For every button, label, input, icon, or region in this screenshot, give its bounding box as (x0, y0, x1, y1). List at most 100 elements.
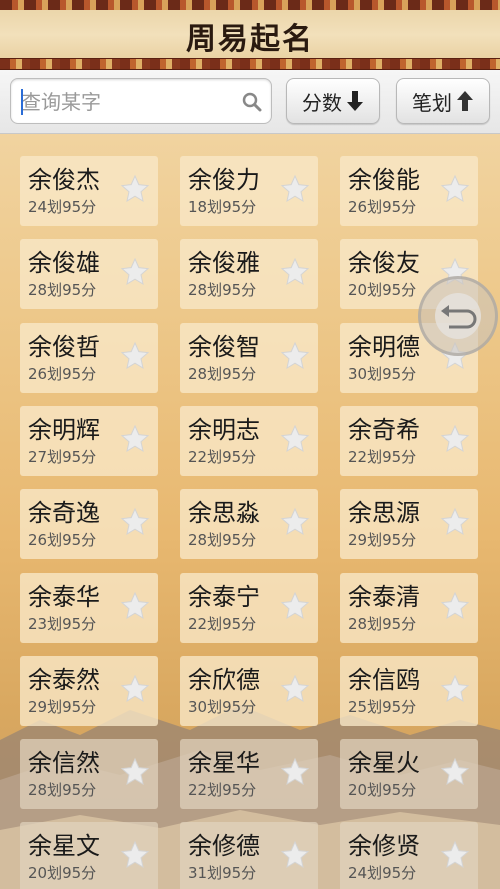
name-card[interactable]: 余泰清 28划95分 (340, 572, 478, 643)
star-icon[interactable] (280, 507, 310, 537)
name-card[interactable]: 余泰然 29划95分 (20, 655, 158, 726)
name-card[interactable]: 余星华 22划95分 (180, 739, 318, 810)
name-card[interactable]: 余明志 22划95分 (180, 405, 318, 476)
name-card[interactable]: 余星文 20划95分 (20, 822, 158, 889)
star-icon[interactable] (120, 341, 150, 371)
star-icon[interactable] (440, 757, 470, 787)
star-icon[interactable] (440, 674, 470, 704)
stroke-score-label: 25划95分 (348, 697, 417, 716)
stroke-score-label: 28划95分 (188, 281, 257, 300)
stroke-score-label: 22划95分 (188, 614, 257, 633)
name-label: 余俊雄 (28, 249, 100, 278)
name-card[interactable]: 余思淼 28划95分 (180, 489, 318, 560)
stroke-score-label: 28划95分 (348, 614, 417, 633)
star-icon[interactable] (440, 507, 470, 537)
search-icon[interactable] (241, 91, 263, 113)
star-icon[interactable] (280, 257, 310, 287)
star-icon[interactable] (440, 840, 470, 870)
stroke-score-label: 30划95分 (348, 364, 417, 383)
name-label: 余俊力 (188, 166, 260, 194)
stroke-score-label: 18划95分 (188, 198, 257, 216)
name-label: 余泰宁 (188, 582, 260, 611)
name-label: 余信然 (28, 749, 100, 778)
name-card[interactable]: 余俊哲 26划95分 (20, 322, 158, 393)
stroke-score-label: 20划95分 (28, 864, 97, 883)
name-card[interactable]: 余明辉 27划95分 (20, 405, 158, 476)
back-icon (441, 305, 477, 329)
header-decor-bottom (0, 58, 500, 70)
search-input[interactable] (21, 87, 241, 117)
star-icon[interactable] (280, 591, 310, 621)
name-card[interactable]: 余奇希 22划95分 (340, 405, 478, 476)
name-label: 余泰然 (28, 665, 100, 694)
name-card[interactable]: 余俊力 18划95分 (180, 156, 318, 226)
stroke-score-label: 29划95分 (28, 697, 97, 716)
stroke-score-label: 28划95分 (28, 281, 97, 300)
star-icon[interactable] (440, 174, 470, 204)
stroke-score-label: 22划95分 (188, 781, 257, 800)
star-icon[interactable] (280, 174, 310, 204)
stroke-score-label: 23划95分 (28, 614, 97, 633)
stroke-score-label: 28划95分 (188, 364, 257, 383)
stroke-score-label: 30划95分 (188, 697, 257, 716)
name-label: 余明辉 (28, 415, 100, 444)
name-card[interactable]: 余思源 29划95分 (340, 489, 478, 560)
name-card[interactable]: 余俊雄 28划95分 (20, 239, 158, 310)
sort-by-score-button[interactable]: 分数 (286, 78, 380, 124)
star-icon[interactable] (280, 341, 310, 371)
stroke-score-label: 28划95分 (28, 781, 97, 800)
name-label: 余星华 (188, 749, 260, 778)
star-icon[interactable] (120, 424, 150, 454)
star-icon[interactable] (280, 424, 310, 454)
text-cursor (21, 89, 23, 115)
name-card[interactable]: 余俊雅 28划95分 (180, 239, 318, 310)
star-icon[interactable] (120, 674, 150, 704)
app-header: 周易起名 (0, 0, 500, 70)
stroke-score-label: 27划95分 (28, 447, 97, 466)
star-icon[interactable] (120, 591, 150, 621)
name-card[interactable]: 余泰宁 22划95分 (180, 572, 318, 643)
name-card[interactable]: 余俊智 28划95分 (180, 322, 318, 393)
floating-back-button[interactable] (418, 276, 498, 356)
star-icon[interactable] (120, 174, 150, 204)
name-card[interactable]: 余信然 28划95分 (20, 739, 158, 810)
name-card[interactable]: 余欣德 30划95分 (180, 655, 318, 726)
stroke-score-label: 20划95分 (348, 281, 417, 300)
name-card[interactable]: 余俊能 26划95分 (340, 156, 478, 226)
star-icon[interactable] (120, 257, 150, 287)
name-label: 余奇逸 (28, 499, 100, 528)
arrow-down-icon (347, 91, 363, 111)
name-card[interactable]: 余俊杰 24划95分 (20, 156, 158, 226)
star-icon[interactable] (440, 424, 470, 454)
stroke-score-label: 24划95分 (28, 198, 97, 216)
name-label: 余泰华 (28, 582, 100, 611)
star-icon[interactable] (120, 757, 150, 787)
name-label: 余星火 (348, 749, 420, 778)
name-card[interactable]: 余修贤 24划95分 (340, 822, 478, 889)
name-label: 余俊友 (348, 249, 420, 278)
name-label: 余俊雅 (188, 249, 260, 278)
name-card[interactable]: 余奇逸 26划95分 (20, 489, 158, 560)
star-icon[interactable] (120, 840, 150, 870)
star-icon[interactable] (280, 840, 310, 870)
name-card[interactable]: 余星火 20划95分 (340, 739, 478, 810)
name-label: 余明志 (188, 415, 260, 444)
name-label: 余思淼 (188, 499, 260, 528)
name-label: 余修德 (188, 832, 260, 861)
name-card[interactable]: 余信鸥 25划95分 (340, 655, 478, 726)
stroke-score-label: 26划95分 (28, 531, 97, 550)
page-title: 周易起名 (186, 22, 314, 57)
star-icon[interactable] (440, 591, 470, 621)
name-card[interactable]: 余泰华 23划95分 (20, 572, 158, 643)
name-label: 余明德 (348, 332, 420, 361)
star-icon[interactable] (280, 757, 310, 787)
star-icon[interactable] (280, 674, 310, 704)
sort-by-stroke-button[interactable]: 笔划 (396, 78, 490, 124)
stroke-score-label: 20划95分 (348, 781, 417, 800)
star-icon[interactable] (120, 507, 150, 537)
name-label: 余修贤 (348, 832, 420, 861)
search-box[interactable] (10, 78, 272, 124)
name-card[interactable]: 余修德 31划95分 (180, 822, 318, 889)
name-grid: 余俊杰 24划95分 余俊力 18划95分 余俊能 26划95分余俊雄 28划95分 余俊雅 2… (0, 134, 500, 889)
stroke-score-label: 24划95分 (348, 864, 417, 883)
